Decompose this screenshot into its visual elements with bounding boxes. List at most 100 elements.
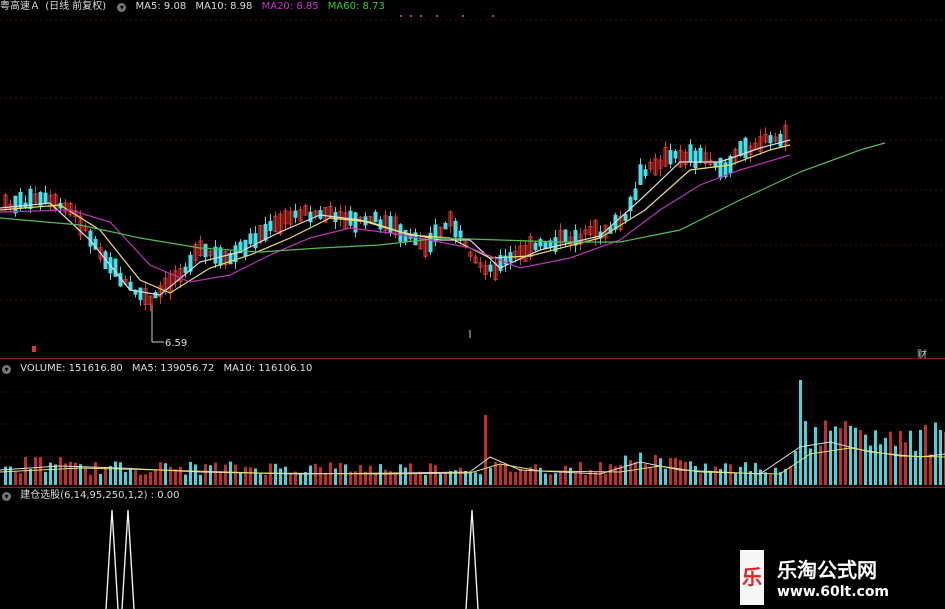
volume-bar: [299, 472, 302, 485]
signal-dot: [400, 15, 402, 17]
volume-bar: [849, 425, 852, 485]
volume-bar: [379, 464, 382, 485]
volume-bar: [569, 467, 572, 485]
low-price-marker: 6.59: [165, 338, 188, 349]
volume-bar: [104, 466, 107, 485]
watermark-url: www.60lt.com: [777, 584, 890, 600]
candle-body: [453, 220, 458, 238]
volume-bar: [19, 473, 22, 485]
volume-bar: [54, 464, 57, 485]
volume-bar: [819, 445, 822, 485]
signal-dot: [410, 15, 412, 17]
volume-bar: [549, 474, 552, 485]
volume-bar: [554, 473, 557, 485]
watermark: 乐 乐淘公式网 www.60lt.com: [737, 550, 945, 609]
volume-bar: [469, 472, 472, 485]
signal-dot: [436, 15, 438, 17]
candle-body: [263, 224, 268, 241]
volume-bar: [74, 462, 77, 485]
candle-body: [153, 292, 158, 299]
volume-bar: [59, 457, 62, 485]
volume-bar: [724, 463, 727, 485]
volume-bar: [264, 474, 267, 485]
volume-bar: [894, 445, 897, 485]
candle-body: [138, 287, 143, 301]
volume-bar: [864, 434, 867, 485]
volume-bar: [89, 474, 92, 485]
volume-bar: [29, 468, 32, 485]
volume-bar: [484, 415, 487, 485]
volume-bar: [399, 464, 402, 485]
volume-bar: [234, 464, 237, 485]
volume-bar: [499, 464, 502, 485]
volume-chart[interactable]: [0, 362, 945, 488]
volume-bar: [804, 421, 807, 485]
volume-bar: [654, 455, 657, 485]
volume-bar: [874, 430, 877, 485]
volume-bar: [174, 469, 177, 485]
volume-bar: [369, 465, 372, 485]
volume-bar: [269, 463, 272, 485]
volume-bar: [194, 464, 197, 485]
candle-body: [538, 239, 543, 247]
separator-price-volume: [0, 358, 945, 359]
candle-body: [88, 230, 93, 247]
candle-body: [308, 211, 313, 223]
volume-bar: [444, 472, 447, 485]
volume-bar: [284, 466, 287, 485]
volume-bar: [769, 474, 772, 485]
volume-bar: [789, 466, 792, 485]
volume-bar: [699, 473, 702, 485]
volume-bar: [794, 451, 797, 485]
volume-bar: [204, 464, 207, 485]
volume-bar: [924, 424, 927, 485]
volume-bar: [904, 442, 907, 485]
signal-spike: [105, 509, 119, 609]
candlestick-chart[interactable]: [0, 0, 945, 358]
candle-body: [573, 230, 578, 246]
volume-bar: [759, 469, 762, 485]
candle-body: [768, 135, 773, 144]
candle-body: [248, 233, 253, 244]
candle-body: [13, 195, 18, 214]
candle-body: [458, 230, 463, 238]
volume-bar: [154, 469, 157, 485]
event-marker: [32, 346, 36, 352]
volume-bar: [209, 465, 212, 485]
volume-bar: [99, 473, 102, 485]
volume-bar: [524, 470, 527, 485]
volume-bar: [239, 471, 242, 485]
volume-bar: [384, 469, 387, 485]
candle-body: [688, 144, 693, 163]
candle-body: [183, 266, 188, 273]
volume-bar: [649, 467, 652, 485]
volume-bar: [149, 472, 152, 485]
candle-body: [268, 220, 273, 231]
candle-body: [673, 151, 678, 159]
candle-body: [738, 141, 743, 156]
volume-bar: [734, 473, 737, 485]
volume-bar: [334, 468, 337, 485]
volume-bar: [644, 463, 647, 485]
volume-bar: [119, 462, 122, 485]
candle-body: [443, 222, 448, 230]
volume-bar: [69, 461, 72, 485]
volume-bar: [714, 466, 717, 485]
signal-dot: [492, 15, 494, 17]
volume-bar: [719, 469, 722, 485]
volume-bar: [689, 461, 692, 485]
volume-bar: [739, 466, 742, 485]
volume-bar: [429, 463, 432, 485]
candle-body: [778, 133, 783, 147]
volume-bar: [679, 460, 682, 485]
volume-bar: [929, 454, 932, 485]
volume-bar: [629, 460, 632, 485]
volume-bar: [764, 472, 767, 485]
volume-bar: [189, 461, 192, 485]
volume-bar: [584, 474, 587, 485]
volume-bar: [674, 457, 677, 485]
volume-bar: [659, 458, 662, 485]
volume-bar: [694, 465, 697, 485]
volume-bar: [559, 472, 562, 485]
volume-bar: [274, 463, 277, 485]
